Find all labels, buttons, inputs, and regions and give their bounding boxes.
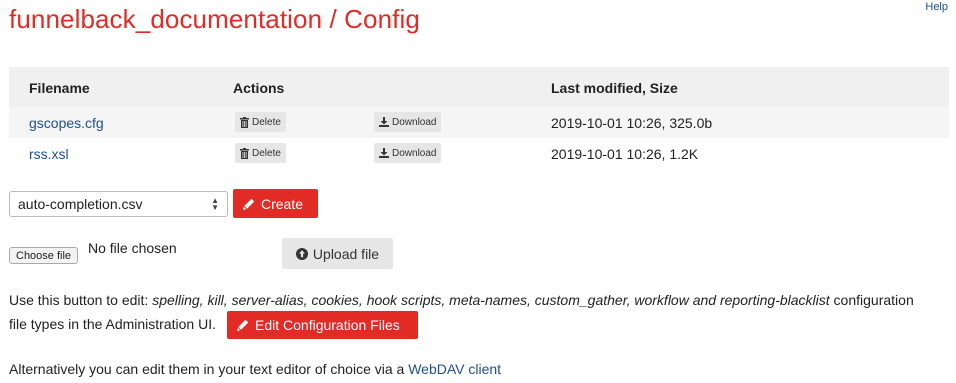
upload-icon — [295, 247, 308, 260]
help-link[interactable]: Help — [925, 1, 948, 13]
file-status: No file chosen — [88, 240, 177, 256]
delete-label: Delete — [252, 116, 281, 128]
download-button[interactable]: Download — [374, 143, 442, 163]
create-button[interactable]: Create — [233, 189, 318, 218]
edit-after-types: configuration — [829, 292, 914, 308]
edit-configuration-files-label: Edit Configuration Files — [255, 317, 400, 333]
select-arrows-icon: ▲ ▼ — [211, 196, 219, 212]
table-row: gscopes.cfg Delete Download 2019-10-01 1… — [9, 107, 949, 138]
modified-info: 2019-10-01 10:26, 1.2K — [551, 146, 699, 162]
footer-note: Alternatively you can edit them in your … — [9, 358, 501, 380]
config-files-table: Filename Actions Last modified, Size gsc… — [9, 67, 949, 169]
pencil-icon — [237, 319, 249, 331]
pencil-icon — [243, 198, 255, 210]
delete-button[interactable]: Delete — [235, 143, 286, 163]
webdav-client-link[interactable]: WebDAV client — [408, 361, 501, 377]
table-header: Filename Actions Last modified, Size — [9, 67, 949, 107]
edit-configuration-files-button[interactable]: Edit Configuration Files — [227, 311, 418, 339]
upload-label: Upload file — [312, 245, 380, 262]
upload-file-button[interactable]: Upload file — [282, 238, 393, 269]
column-header-filename: Filename — [29, 80, 90, 96]
edit-description-line2: file types in the Administration UI. — [9, 316, 216, 332]
download-button[interactable]: Download — [374, 112, 442, 132]
delete-label: Delete — [252, 147, 281, 159]
column-header-last-modified: Last modified, Size — [551, 80, 678, 96]
choose-file-button[interactable]: Choose file — [9, 247, 79, 264]
table-row: rss.xsl Delete Download 2019-10-01 10:26… — [9, 138, 949, 169]
modified-info: 2019-10-01 10:26, 325.0b — [551, 115, 713, 131]
download-label: Download — [392, 147, 437, 159]
download-icon — [379, 148, 389, 158]
file-type-select[interactable]: auto-completion.csv ▲ ▼ — [9, 191, 228, 217]
filename-link[interactable]: gscopes.cfg — [29, 115, 104, 131]
trash-icon — [240, 147, 249, 159]
download-label: Download — [392, 116, 437, 128]
edit-description: Use this button to edit: spelling, kill,… — [9, 289, 949, 311]
page-title: funnelback_documentation / Config — [9, 4, 420, 34]
file-types-list: spelling, kill, server-alias, cookies, h… — [152, 292, 830, 308]
column-header-actions: Actions — [233, 80, 285, 96]
delete-button[interactable]: Delete — [235, 112, 286, 132]
footer-text: Alternatively you can edit them in your … — [9, 361, 409, 377]
trash-icon — [240, 116, 249, 128]
filename-link[interactable]: rss.xsl — [29, 146, 69, 162]
selected-option: auto-completion.csv — [18, 196, 143, 212]
edit-intro: Use this button to edit: — [9, 292, 153, 308]
create-label: Create — [261, 195, 304, 212]
download-icon — [379, 117, 389, 127]
